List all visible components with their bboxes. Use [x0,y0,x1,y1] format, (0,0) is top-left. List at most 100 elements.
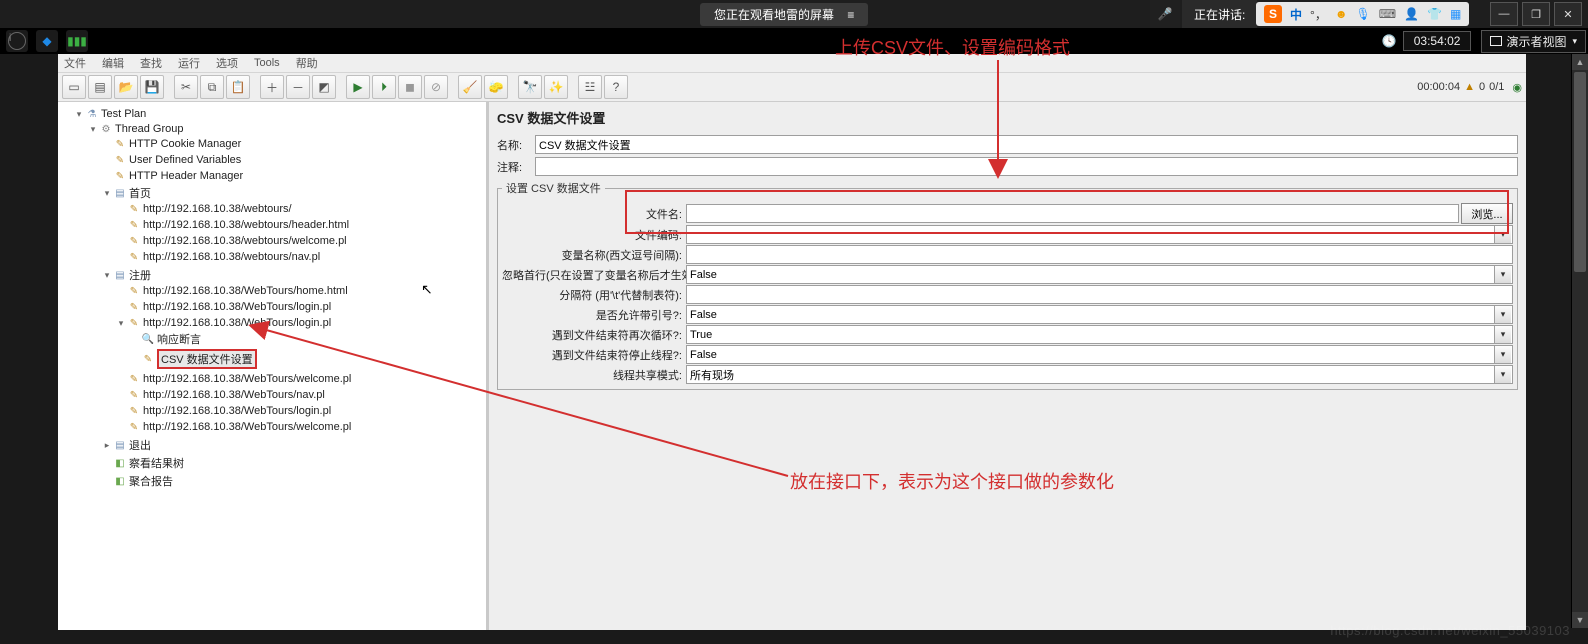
search-button[interactable]: 🔭 [518,75,542,99]
comment-input[interactable] [535,157,1518,176]
shutdown-button[interactable]: ⊘ [424,75,448,99]
scroll-down-button[interactable]: ▼ [1572,612,1588,628]
menu-bar[interactable]: 文件 编辑 查找 运行 选项 Tools 帮助 [58,54,1526,73]
paste-button[interactable]: 📋 [226,75,250,99]
minimize-button[interactable]: — [1490,2,1518,26]
menu-icon[interactable]: ≡ [847,8,854,22]
menu-tools[interactable]: Tools [254,57,280,69]
shield-icon[interactable]: ◆ [36,30,58,52]
mic-muted-icon[interactable]: 🎤 [1150,0,1180,28]
func-helper-button[interactable]: ☳ [578,75,602,99]
sogou-logo-icon: S [1264,5,1282,23]
test-plan-tree[interactable]: ▾⚗Test Plan ▾⚙Thread Group ✎HTTP Cookie … [58,102,489,630]
bars-icon[interactable]: ▮▮▮ [66,30,88,52]
delimiter-input[interactable] [686,285,1513,304]
req-icon: ✎ [127,284,141,298]
tree-login[interactable]: 注册 [129,267,151,283]
name-input[interactable] [535,135,1518,154]
tree-home[interactable]: 首页 [129,185,151,201]
ime-emoji-icon[interactable]: ☻ [1335,7,1348,21]
presenter-view-button[interactable]: 演示者视图 ▾ [1481,30,1586,53]
filename-input[interactable] [686,204,1459,223]
allow-quote-dropdown[interactable]: False [686,305,1513,324]
tree-csv-node[interactable]: CSV 数据文件设置 [157,349,257,369]
tree-cookie[interactable]: HTTP Cookie Manager [129,138,241,150]
tree-login-b2[interactable]: http://192.168.10.38/WebTours/login.pl [143,405,331,417]
ime-skin-icon[interactable]: 👕 [1427,7,1442,21]
ignore-first-dropdown[interactable]: False [686,265,1513,284]
start-button[interactable]: ▶ [346,75,370,99]
stop-eof-dropdown[interactable]: False [686,345,1513,364]
ime-grid-icon[interactable]: ▦ [1450,7,1461,21]
tree-logout[interactable]: 退出 [129,437,151,453]
menu-help[interactable]: 帮助 [296,55,318,71]
ime-keyboard-icon[interactable]: ⌨ [1379,7,1396,21]
new-button[interactable]: ▭ [62,75,86,99]
share-mode-dropdown[interactable]: 所有现场 [686,365,1513,384]
warning-icon: ▲ [1464,81,1475,93]
browse-button[interactable]: 浏览... [1461,203,1513,224]
tree-home-3[interactable]: http://192.168.10.38/webtours/nav.pl [143,251,320,263]
scroll-thumb[interactable] [1574,72,1586,272]
ime-bar[interactable]: S 中 °， ☻ 🎙 ⌨ 👤 👕 ▦ [1256,2,1469,26]
tree-testplan[interactable]: Test Plan [101,108,146,120]
expand-button[interactable]: ＋ [260,75,284,99]
presenter-view-label: 演示者视图 [1506,33,1566,50]
save-button[interactable]: 💾 [140,75,164,99]
tree-header[interactable]: HTTP Header Manager [129,170,243,182]
menu-edit[interactable]: 编辑 [102,55,124,71]
thread-count: 0/1 [1489,81,1504,93]
elapsed-time: 00:00:04 [1417,81,1460,93]
tree-login-b1[interactable]: http://192.168.10.38/WebTours/nav.pl [143,389,325,401]
tree-home-2[interactable]: http://192.168.10.38/webtours/welcome.pl [143,235,347,247]
info-icon[interactable]: i [6,30,28,52]
maximize-button[interactable]: ❐ [1522,2,1550,26]
page-scrollbar[interactable]: ▲ ▼ [1571,54,1588,628]
tree-login-b3[interactable]: http://192.168.10.38/WebTours/welcome.pl [143,421,351,433]
tree-login-open[interactable]: http://192.168.10.38/WebTours/login.pl [143,317,331,329]
cut-button[interactable]: ✂ [174,75,198,99]
recycle-dropdown[interactable]: True [686,325,1513,344]
start-notimers-button[interactable]: ⏵ [372,75,396,99]
toggle-button[interactable]: ◩ [312,75,336,99]
ime-lang[interactable]: 中 [1290,6,1302,23]
open-button[interactable]: 📂 [114,75,138,99]
menu-search[interactable]: 查找 [140,55,162,71]
tree-agg[interactable]: 聚合报告 [129,473,173,489]
stop-button[interactable]: ◼ [398,75,422,99]
tree-login-a0[interactable]: http://192.168.10.38/WebTours/home.html [143,285,348,297]
scroll-up-button[interactable]: ▲ [1572,54,1588,70]
menu-run[interactable]: 运行 [178,55,200,71]
copy-button[interactable]: ⧉ [200,75,224,99]
ime-user-icon[interactable]: 👤 [1404,7,1419,21]
varnames-input[interactable] [686,245,1513,264]
page-icon: ▤ [113,268,127,282]
jmeter-toolbar: ▭ ▤ 📂 💾 ✂ ⧉ 📋 ＋ － ◩ ▶ ⏵ ◼ ⊘ 🧹 🧽 🔭 ✨ ☳ ? … [58,73,1526,102]
comment-label: 注释: [497,159,535,175]
tree-home-1[interactable]: http://192.168.10.38/webtours/header.htm… [143,219,349,231]
results-icon: ◧ [113,456,127,470]
tree-vars[interactable]: User Defined Variables [129,154,241,166]
templates-button[interactable]: ▤ [88,75,112,99]
req-icon: ✎ [127,300,141,314]
tree-home-0[interactable]: http://192.168.10.38/webtours/ [143,203,292,215]
menu-opts[interactable]: 选项 [216,55,238,71]
clear-all-button[interactable]: 🧽 [484,75,508,99]
tree-viewtree[interactable]: 察看结果树 [129,455,184,471]
reset-search-button[interactable]: ✨ [544,75,568,99]
tree-login-a1[interactable]: http://192.168.10.38/WebTours/login.pl [143,301,331,313]
req-icon: ✎ [127,250,141,264]
ime-punct-icon[interactable]: °， [1310,6,1327,23]
tree-threadgroup[interactable]: Thread Group [115,123,183,135]
tree-login-b0[interactable]: http://192.168.10.38/WebTours/welcome.pl [143,373,351,385]
tree-resp-assert[interactable]: 响应断言 [157,331,201,347]
menu-file[interactable]: 文件 [64,55,86,71]
collapse-button[interactable]: － [286,75,310,99]
help-button[interactable]: ? [604,75,628,99]
close-button[interactable]: ✕ [1554,2,1582,26]
content-area: ▾⚗Test Plan ▾⚙Thread Group ✎HTTP Cookie … [58,102,1526,630]
clear-button[interactable]: 🧹 [458,75,482,99]
encoding-dropdown[interactable] [686,225,1513,244]
ime-voice-icon[interactable]: 🎙 [1355,7,1370,21]
screen-sharing-text: 您正在观看地雷的屏幕 [714,8,834,22]
